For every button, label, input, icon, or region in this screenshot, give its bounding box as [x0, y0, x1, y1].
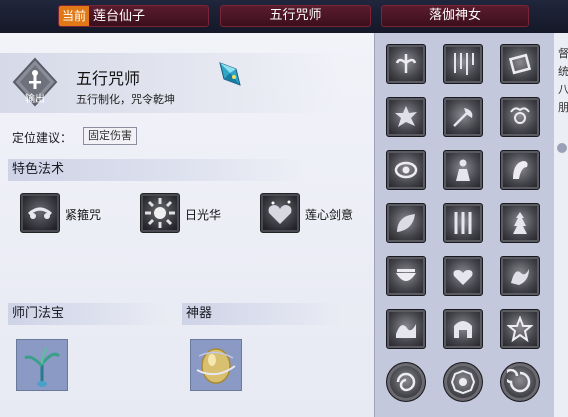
tab-label: 五行咒师 — [269, 8, 322, 23]
top-tab-bar: 当前 莲台仙子 五行咒师 落伽神女 — [0, 0, 568, 33]
leaf-skill-icon[interactable] — [386, 203, 426, 243]
sunburst-icon[interactable] — [140, 193, 180, 233]
lotus-heart-icon[interactable] — [260, 193, 300, 233]
spell-label: 日光华 — [185, 208, 222, 222]
eye-skill-icon[interactable] — [386, 150, 426, 190]
artifact-header: 神器 — [182, 303, 342, 325]
tower-skill-icon[interactable] — [500, 203, 540, 243]
pentagram-skill-icon[interactable] — [500, 309, 540, 349]
tab-selected-school[interactable]: 五行咒师 — [220, 5, 371, 27]
spell-label: 紧箍咒 — [65, 208, 102, 222]
artifact-slot[interactable] — [190, 339, 242, 391]
helmet-skill-icon[interactable] — [443, 309, 483, 349]
skill-grid-panel — [374, 33, 554, 417]
blossom-skill-icon[interactable] — [500, 97, 540, 137]
swirl-skill-icon[interactable] — [386, 362, 426, 402]
school-detail-panel: 输出 五行咒师 五行制化，咒令乾坤 定位建议： 固定伤害 特色法术 紧箍咒 日光… — [0, 33, 374, 417]
tab-label: 莲台仙子 — [93, 9, 146, 24]
clipped-side-panel: 督 统 八 朋 — [554, 33, 568, 417]
gem-icon — [219, 62, 241, 86]
spell-label: 莲心剑意 — [305, 208, 354, 222]
golden-egg-icon — [196, 348, 236, 384]
current-prefix-badge: 当前 — [59, 6, 90, 26]
figure-skill-icon[interactable] — [443, 150, 483, 190]
crane-skill-icon[interactable] — [500, 150, 540, 190]
clipped-text: 朋 — [558, 101, 568, 114]
wave-skill-icon[interactable] — [386, 309, 426, 349]
clipped-text: 八 — [558, 83, 568, 96]
badge-label: 输出 — [25, 94, 45, 105]
clipped-text: 统 — [558, 65, 568, 78]
school-title: 五行咒师 — [76, 69, 141, 88]
position-tag: 固定伤害 — [83, 127, 137, 145]
tab-label: 落伽神女 — [428, 8, 481, 23]
explosion-skill-icon[interactable] — [386, 97, 426, 137]
book-skill-icon[interactable] — [500, 44, 540, 84]
position-label: 定位建议： — [12, 131, 73, 145]
dragon-skill-icon[interactable] — [500, 256, 540, 296]
lotus-skill-icon[interactable] — [386, 44, 426, 84]
bagua-skill-icon[interactable] — [443, 362, 483, 402]
spiral-skill-icon[interactable] — [500, 362, 540, 402]
sect-treasure-header: 师门法宝 — [8, 303, 168, 325]
signature-spells-header: 特色法术 — [8, 159, 308, 181]
clipped-text: 督 — [558, 47, 568, 60]
hearts-skill-icon[interactable] — [443, 256, 483, 296]
treasure-slot[interactable] — [16, 339, 68, 391]
role-badge: 输出 — [12, 57, 58, 107]
tab-next-school[interactable]: 落伽神女 — [381, 5, 529, 27]
headband-icon[interactable] — [20, 193, 60, 233]
bamboo-skill-icon[interactable] — [443, 203, 483, 243]
scroll-indicator[interactable] — [557, 143, 567, 153]
school-motto: 五行制化，咒令乾坤 — [76, 93, 175, 106]
tab-current-school[interactable]: 当前 莲台仙子 — [58, 5, 209, 27]
bowl-skill-icon[interactable] — [386, 256, 426, 296]
ice-shards-skill-icon[interactable] — [443, 44, 483, 84]
axe-skill-icon[interactable] — [443, 97, 483, 137]
jade-branch-icon — [24, 347, 61, 387]
